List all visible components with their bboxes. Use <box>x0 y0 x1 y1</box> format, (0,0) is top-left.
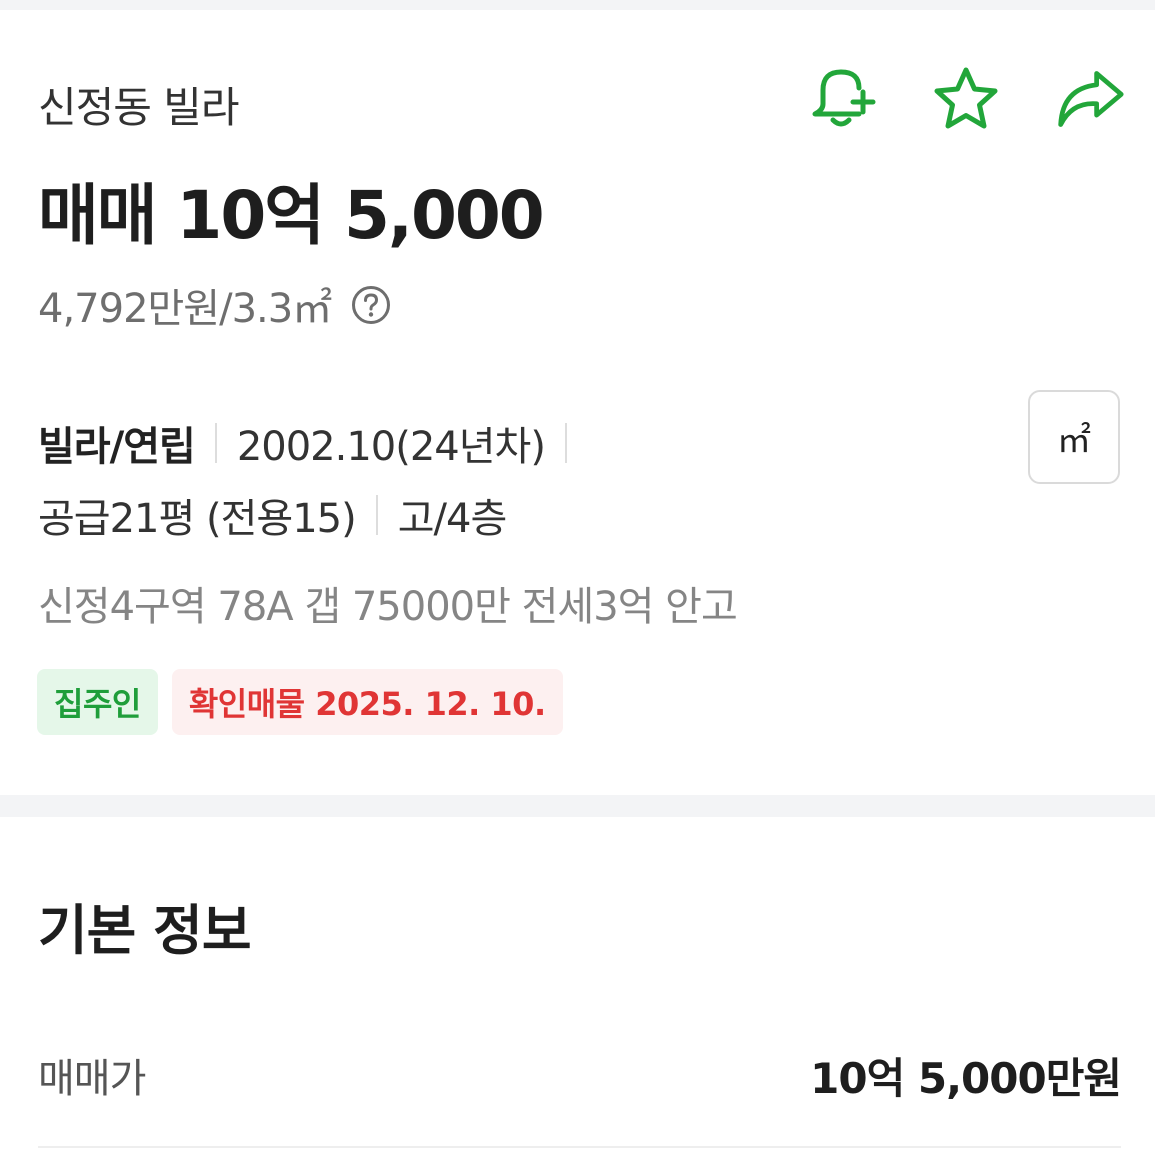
row-divider <box>38 1146 1121 1148</box>
question-circle-icon[interactable] <box>351 285 391 325</box>
deal-price: 매매 10억 5,000 <box>38 177 545 254</box>
separator <box>564 423 567 463</box>
share-button[interactable] <box>1055 66 1125 132</box>
tag-list: 집주인 확인매물 2025. 12. 10. <box>37 669 563 735</box>
favorite-button[interactable] <box>931 66 1001 132</box>
star-icon <box>934 67 998 129</box>
alert-add-button[interactable] <box>807 66 877 132</box>
verified-badge: 확인매물 2025. 12. 10. <box>171 669 563 735</box>
built-year: 2002.10(24년차) <box>236 424 546 470</box>
unit-price-row: 4,792만원/3.3㎡ <box>38 280 391 332</box>
unit-toggle-button[interactable]: ㎡ <box>1028 390 1120 484</box>
info-value: 10억 5,000만원 <box>810 1053 1122 1103</box>
section-title: 기본 정보 <box>38 899 252 962</box>
unit-price: 4,792만원/3.3㎡ <box>38 286 332 332</box>
listing-description: 신정4구역 78A 갭 75000만 전세3억 안고 <box>38 584 738 630</box>
area-info: 공급21평 (전용15) <box>38 496 357 542</box>
spec-row-type: 빌라/연립 2002.10(24년차) <box>38 414 587 472</box>
info-row-price: 매매가 10억 5,000만원 <box>38 1044 1122 1106</box>
section-divider <box>0 795 1155 817</box>
spec-row-area: 공급21평 (전용15) 고/4층 <box>38 486 508 544</box>
separator <box>375 495 378 535</box>
action-bar <box>807 66 1125 132</box>
alert-add-icon <box>812 69 876 127</box>
separator <box>214 423 217 463</box>
property-type: 빌라/연립 <box>38 424 196 470</box>
owner-badge: 집주인 <box>37 669 158 735</box>
floor-info: 고/4층 <box>397 496 508 542</box>
share-icon <box>1058 71 1124 127</box>
info-label: 매매가 <box>38 1056 146 1102</box>
top-strip <box>0 0 1155 10</box>
place-name: 신정동 빌라 <box>38 83 240 132</box>
